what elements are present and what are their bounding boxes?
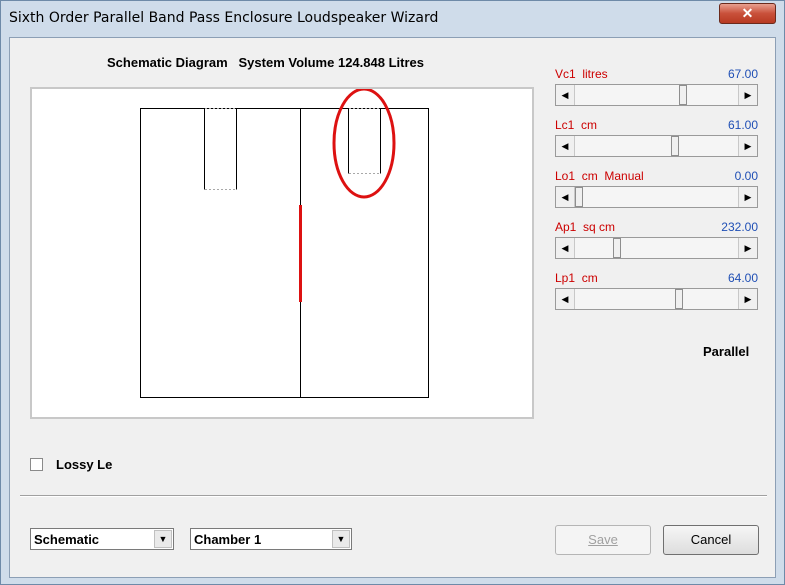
port-highlight-circle <box>332 89 396 199</box>
chevron-down-icon[interactable]: ▼ <box>154 530 172 548</box>
cancel-button-label: Cancel <box>690 532 732 547</box>
schematic-volume-label: Schematic Diagram System Volume 124.848 … <box>107 55 424 70</box>
scroll-thumb[interactable] <box>671 136 679 156</box>
scroll-track[interactable] <box>575 187 738 207</box>
dialog-client-area: Schematic Diagram System Volume 124.848 … <box>9 37 776 578</box>
param-lc1-scrollbar[interactable]: ◀ ▶ <box>555 135 758 157</box>
param-lp1-scrollbar[interactable]: ◀ ▶ <box>555 288 758 310</box>
scroll-left-icon[interactable]: ◀ <box>556 187 575 207</box>
scroll-right-icon[interactable]: ▶ <box>738 85 757 105</box>
wizard-window: Sixth Order Parallel Band Pass Enclosure… <box>0 0 785 585</box>
schematic-drawing <box>140 89 429 398</box>
param-lp1-label: Lp1 cm <box>555 271 598 285</box>
chamber-select-value: Chamber 1 <box>194 532 262 547</box>
param-lc1-value: 61.00 <box>727 118 758 132</box>
scroll-left-icon[interactable]: ◀ <box>556 85 575 105</box>
scroll-thumb[interactable] <box>613 238 621 258</box>
chamber-select[interactable]: Chamber 1 ▼ <box>190 528 352 550</box>
close-button[interactable]: ✕ <box>719 3 776 24</box>
scroll-track[interactable] <box>575 238 738 258</box>
chevron-down-icon[interactable]: ▼ <box>332 530 350 548</box>
scroll-right-icon[interactable]: ▶ <box>738 238 757 258</box>
mode-label: Parallel <box>703 344 750 359</box>
scroll-track[interactable] <box>575 85 738 105</box>
lossy-le-checkbox[interactable] <box>30 458 43 471</box>
schematic-diagram <box>30 87 534 419</box>
param-lp1-value: 64.00 <box>727 271 758 285</box>
cancel-button[interactable]: Cancel <box>663 525 759 555</box>
param-ap1-value: 232.00 <box>721 220 758 234</box>
scroll-thumb[interactable] <box>575 187 583 207</box>
close-icon: ✕ <box>741 5 754 21</box>
scroll-track[interactable] <box>575 136 738 156</box>
enclosure-outline <box>140 108 429 398</box>
param-ap1-label: Ap1 sq cm <box>555 220 616 234</box>
view-select[interactable]: Schematic ▼ <box>30 528 174 550</box>
param-lo1-label: Lo1 cm Manual <box>555 169 644 183</box>
save-button[interactable]: Save <box>555 525 651 555</box>
window-title: Sixth Order Parallel Band Pass Enclosure… <box>9 10 439 26</box>
param-vc1-label: Vc1 litres <box>555 67 608 81</box>
param-ap1-scrollbar[interactable]: ◀ ▶ <box>555 237 758 259</box>
param-lc1-label: Lc1 cm <box>555 118 598 132</box>
param-lo1-scrollbar[interactable]: ◀ ▶ <box>555 186 758 208</box>
scroll-thumb[interactable] <box>679 85 687 105</box>
scroll-left-icon[interactable]: ◀ <box>556 238 575 258</box>
scroll-right-icon[interactable]: ▶ <box>738 187 757 207</box>
scroll-track[interactable] <box>575 289 738 309</box>
scroll-thumb[interactable] <box>675 289 683 309</box>
lossy-le-label: Lossy Le <box>56 457 113 472</box>
param-vc1-scrollbar[interactable]: ◀ ▶ <box>555 84 758 106</box>
title-bar: Sixth Order Parallel Band Pass Enclosure… <box>1 1 784 37</box>
param-vc1-value: 67.00 <box>727 67 758 81</box>
scroll-left-icon[interactable]: ◀ <box>556 136 575 156</box>
view-select-value: Schematic <box>34 532 100 547</box>
save-button-label: Save <box>588 532 618 547</box>
scroll-right-icon[interactable]: ▶ <box>738 136 757 156</box>
param-lo1-value: 0.00 <box>734 169 758 183</box>
scroll-left-icon[interactable]: ◀ <box>556 289 575 309</box>
scroll-right-icon[interactable]: ▶ <box>738 289 757 309</box>
separator <box>20 495 767 497</box>
